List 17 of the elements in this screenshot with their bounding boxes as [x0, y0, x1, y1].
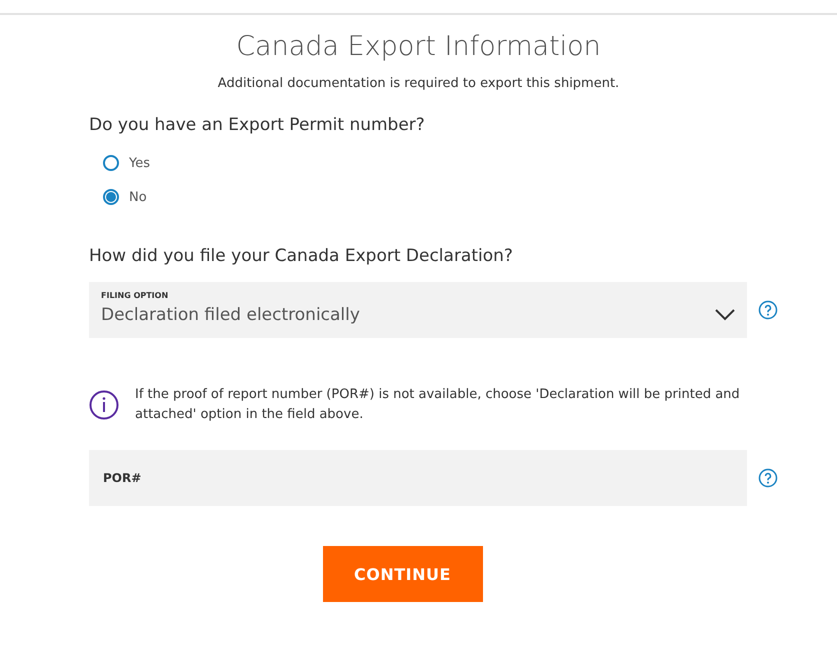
- question-label: How did you file your Canada Export Declaration?: [89, 246, 514, 266]
- page-title: Canada Export Information: [236, 31, 601, 62]
- select-value: Declaration filed electronically: [101, 305, 360, 325]
- help-icon[interactable]: [758, 468, 778, 488]
- help-icon[interactable]: [758, 300, 778, 320]
- question-label: Do you have an Export Permit number?: [89, 115, 426, 135]
- por-input-field[interactable]: POR#: [89, 450, 747, 506]
- filing-option-select[interactable]: FILING OPTION Declaration filed electronically: [89, 282, 747, 338]
- radio-button[interactable]: [103, 189, 119, 205]
- info-icon: [89, 390, 119, 420]
- radio-button[interactable]: [103, 155, 119, 171]
- subtitle: Additional documentation is required to export this shipment.: [218, 76, 620, 91]
- radio-label: No: [129, 190, 147, 204]
- radio-label: Yes: [129, 156, 150, 170]
- info-message: If the proof of report number (POR#) is not available, choose 'Declaration will be printed and attached' option in the field above.: [135, 386, 741, 424]
- chevron-down-icon: [715, 308, 735, 320]
- select-label: FILING OPTION: [101, 291, 170, 300]
